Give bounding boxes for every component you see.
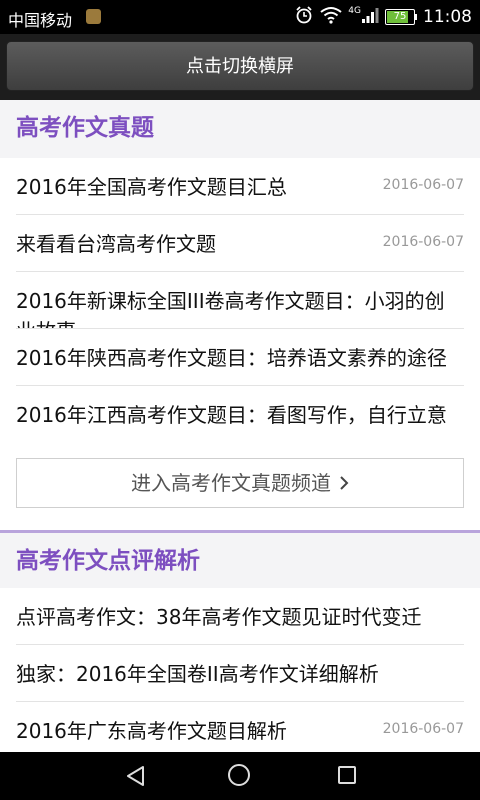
list-item[interactable]: 来看看台湾高考作文题 2016-06-07 (16, 215, 464, 272)
signal-icon (361, 6, 379, 28)
section-header-essay-review: 高考作文点评解析 (0, 530, 480, 588)
list-item-title: 2016年广东高考作文题目解析 (16, 719, 287, 743)
clock: 11:08 (423, 7, 472, 27)
list-item[interactable]: 2016年陕西高考作文题目：培养语文素养的途径 (16, 329, 464, 386)
list-item-title: 独家：2016年全国卷II高考作文详细解析 (16, 662, 379, 686)
essay-review-list: 点评高考作文：38年高考作文题见证时代变迁 独家：2016年全国卷II高考作文详… (0, 588, 480, 752)
list-item[interactable]: 2016年江西高考作文题目：看图写作，自行立意 (16, 386, 464, 442)
channel-button-label: 进入高考作文真题频道 (131, 471, 331, 495)
switch-landscape-button[interactable]: 点击切换横屏 (6, 41, 474, 91)
list-item[interactable]: 独家：2016年全国卷II高考作文详细解析 (16, 645, 464, 702)
alarm-icon (294, 5, 314, 29)
top-bar: 点击切换横屏 (0, 34, 480, 100)
list-item-title: 2016年陕西高考作文题目：培养语文素养的途径 (16, 346, 447, 370)
carrier-name: 中国移动 (8, 11, 73, 30)
list-item[interactable]: 2016年广东高考作文题目解析 2016-06-07 (16, 702, 464, 752)
channel-wrap: 进入高考作文真题频道 (0, 442, 480, 530)
battery-icon: 75 (385, 9, 417, 25)
list-item-title: 2016年江西高考作文题目：看图写作，自行立意 (16, 403, 447, 427)
home-icon[interactable] (228, 764, 250, 786)
status-bar: 中国移动 4G 75 11:08 (0, 0, 480, 34)
list-item-title: 2016年全国高考作文题目汇总 (16, 175, 287, 199)
list-item-title: 2016年新课标全国III卷高考作文题目：小羽的创业故事 (16, 289, 445, 328)
list-item-title: 来看看台湾高考作文题 (16, 232, 216, 256)
list-item-title: 点评高考作文：38年高考作文题见证时代变迁 (16, 605, 422, 629)
exam-essays-list: 2016年全国高考作文题目汇总 2016-06-07 来看看台湾高考作文题 20… (0, 158, 480, 442)
wifi-icon (320, 6, 342, 28)
network-type: 4G (348, 6, 361, 16)
enter-channel-button[interactable]: 进入高考作文真题频道 (16, 458, 464, 508)
list-item-date: 2016-06-07 (382, 177, 464, 193)
list-item[interactable]: 点评高考作文：38年高考作文题见证时代变迁 (16, 588, 464, 645)
navigation-bar (0, 752, 480, 800)
battery-level: 75 (393, 11, 407, 22)
app-notification-icon (86, 9, 101, 24)
list-item[interactable]: 2016年全国高考作文题目汇总 2016-06-07 (16, 158, 464, 215)
list-item-date: 2016-06-07 (382, 721, 464, 737)
chevron-right-icon (339, 459, 349, 507)
recent-apps-icon[interactable] (338, 766, 356, 784)
back-icon[interactable] (124, 764, 146, 792)
section-header-exam-essays: 高考作文真题 (0, 100, 480, 158)
list-item[interactable]: 2016年新课标全国III卷高考作文题目：小羽的创业故事 (16, 272, 464, 329)
content-scroll[interactable]: 高考作文真题 2016年全国高考作文题目汇总 2016-06-07 来看看台湾高… (0, 100, 480, 752)
list-item-date: 2016-06-07 (382, 234, 464, 250)
